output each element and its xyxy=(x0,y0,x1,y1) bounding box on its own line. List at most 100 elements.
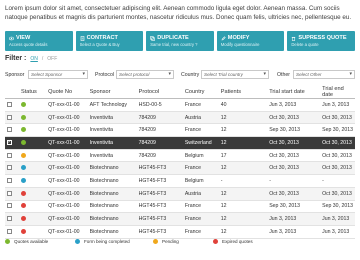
table-row[interactable]: QT-xxx-01-00 Biotechnano HGT45-FT3 France 12… xyxy=(5,200,355,214)
country-cell: Austria xyxy=(182,111,219,125)
country-cell: France xyxy=(182,200,219,214)
trial-start-cell: Jun 3, 2013 xyxy=(267,225,321,239)
intro-text: Lorem ipsum dolor sit amet, consectetuer… xyxy=(5,5,352,21)
row-checkbox[interactable] xyxy=(7,127,12,133)
eye-icon xyxy=(9,36,14,41)
contract-button[interactable]: CONTRACT Select a Quote & Buy xyxy=(75,31,144,51)
table-row[interactable]: QT-xxx-01-00Inventivita784209Switzerland… xyxy=(5,136,355,150)
filter-toggle: Filter : ON / OFF xyxy=(5,55,57,62)
protocol-cell: 784209 xyxy=(136,149,183,163)
quote-no-cell: QT-xxx-01-00 xyxy=(46,149,88,163)
protocol-filter-label: Protocol xyxy=(95,72,115,78)
duplicate-button-label: DUPLICATE xyxy=(157,35,189,41)
column-header[interactable]: Sponsor xyxy=(87,86,137,99)
trial-end-cell: Oct 30, 2013 xyxy=(320,187,355,201)
table-row[interactable]: QT-xxx-01-00 Biotechnano HGT45-FT3 Austria 1… xyxy=(5,187,355,201)
chevron-down-icon: ▾ xyxy=(168,71,171,77)
sponsor-cell: Inventivita xyxy=(87,136,137,150)
table-row[interactable]: QT-xxx-01-00 AFT Technology HSD-00-5 France… xyxy=(5,98,355,112)
status-dot-icon xyxy=(21,127,26,133)
row-checkbox[interactable] xyxy=(7,165,12,171)
patients-cell: 12 xyxy=(218,187,268,201)
table-row[interactable]: QT-xxx-01-00 Inventivita 784209 Belgium 17 Oc… xyxy=(5,149,355,163)
row-checkbox[interactable] xyxy=(7,139,12,146)
modify-button-label: MODIFY xyxy=(227,35,250,41)
table-row[interactable]: QT-xxx-01-00 Inventivita 784209 France 12 Sep… xyxy=(5,123,355,138)
supress-quote-button-sub: Delete a quote xyxy=(291,42,319,47)
table-row[interactable]: QT-xxx-01-00 Inventivita 784209 Austria 12 Oc… xyxy=(5,111,355,125)
column-header[interactable]: Country xyxy=(182,86,219,99)
table-row[interactable]: QT-xxx-01-00 Biotechnano HGT45-FT3 France 12… xyxy=(5,212,355,226)
country-cell: France xyxy=(182,123,219,138)
sponsor-cell: Biotechnano xyxy=(87,161,137,176)
row-checkbox[interactable] xyxy=(7,114,12,120)
chevron-down-icon: ▾ xyxy=(349,71,352,77)
duplicate-button[interactable]: DUPLICATE Same trial, new country ? xyxy=(146,31,214,51)
row-checkbox-cell xyxy=(5,123,19,138)
row-checkbox-cell xyxy=(5,98,19,112)
view-button[interactable]: VIEW Access quote details xyxy=(5,31,73,51)
select-all-column xyxy=(5,86,19,99)
country-cell: France xyxy=(182,225,219,239)
status-cell xyxy=(19,136,47,150)
patients-cell: 12 xyxy=(218,111,268,125)
other-select[interactable]: Select Other ▾ xyxy=(293,70,355,79)
legend-item: Form being completed xyxy=(75,239,130,244)
row-checkbox[interactable] xyxy=(7,178,12,184)
patients-cell: 12 xyxy=(218,212,268,226)
status-cell xyxy=(19,200,47,214)
quotes-table: Status Quote No Sponsor Protocol Country… xyxy=(5,86,355,239)
patients-cell: 12 xyxy=(218,225,268,239)
column-header[interactable]: Quote No xyxy=(46,86,88,99)
row-checkbox[interactable] xyxy=(7,228,12,234)
quote-no-cell: QT-xxx-01-00 xyxy=(46,161,88,176)
column-header[interactable]: Trial start date xyxy=(267,86,321,99)
column-header[interactable]: Status xyxy=(19,86,47,99)
row-checkbox[interactable] xyxy=(7,190,12,196)
column-header[interactable]: Trial end date xyxy=(320,86,355,99)
row-checkbox[interactable] xyxy=(7,203,12,209)
status-cell xyxy=(19,123,47,138)
legend-item: Quotes available xyxy=(5,239,48,244)
table-row[interactable]: QT-xxx-01-00 Biotechnano HGT45-FT3 France 12… xyxy=(5,161,355,176)
sponsor-select[interactable]: Select Sponsor ▾ xyxy=(28,70,88,79)
table-row[interactable]: QT-xxx-01-00 Biotechnano HGT45-FT3 Belgium -… xyxy=(5,174,355,188)
row-checkbox[interactable] xyxy=(7,152,12,158)
country-cell: Austria xyxy=(182,187,219,201)
contract-button-sub: Select a Quote & Buy xyxy=(79,42,120,47)
sponsor-select-value: Select Sponsor xyxy=(31,72,63,77)
sponsor-cell: Biotechnano xyxy=(87,174,137,188)
trial-end-cell: Oct 30, 2013 xyxy=(320,111,355,125)
sponsor-cell: Biotechnano xyxy=(87,200,137,214)
status-dot-icon xyxy=(21,190,26,196)
modify-button[interactable]: MODIFY Modify questionnaire xyxy=(216,31,285,51)
status-cell xyxy=(19,225,47,239)
table-row[interactable]: QT-xxx-01-00 Biotechnano HGT45-FT3 France 12… xyxy=(5,225,355,239)
column-header[interactable]: Patients xyxy=(218,86,268,99)
patients-cell: 12 xyxy=(218,161,268,176)
row-checkbox[interactable] xyxy=(7,101,12,107)
quote-no-cell: QT-xxx-01-00 xyxy=(46,98,88,112)
contract-button-label: CONTRACT xyxy=(86,35,118,41)
protocol-cell: HGT45-FT3 xyxy=(136,212,183,226)
patients-cell: 17 xyxy=(218,149,268,163)
status-cell xyxy=(19,174,47,188)
column-header[interactable]: Protocol xyxy=(136,86,183,99)
filter-on-link[interactable]: ON xyxy=(30,56,38,62)
trial-end-cell: Sep 30, 2013 xyxy=(320,123,355,138)
row-checkbox[interactable] xyxy=(7,216,12,222)
country-cell: Belgium xyxy=(182,174,219,188)
protocol-select[interactable]: Select protocol ▾ xyxy=(116,70,174,79)
trial-end-cell: Jun 3, 2013 xyxy=(320,98,355,112)
supress-quote-button[interactable]: SUPRESS QUOTE Delete a quote xyxy=(287,31,355,51)
quote-no-cell: QT-xxx-01-00 xyxy=(46,136,88,150)
sponsor-cell: Biotechnano xyxy=(87,187,137,201)
patients-cell: 12 xyxy=(218,200,268,214)
country-cell: France xyxy=(182,98,219,112)
trial-start-cell: - xyxy=(267,174,321,188)
filter-off-link[interactable]: OFF xyxy=(47,56,57,62)
patients-cell: - xyxy=(218,174,268,188)
sponsor-cell: Inventivita xyxy=(87,149,137,163)
country-select[interactable]: Select Trial country ▾ xyxy=(201,70,269,79)
contract-icon xyxy=(80,36,84,41)
